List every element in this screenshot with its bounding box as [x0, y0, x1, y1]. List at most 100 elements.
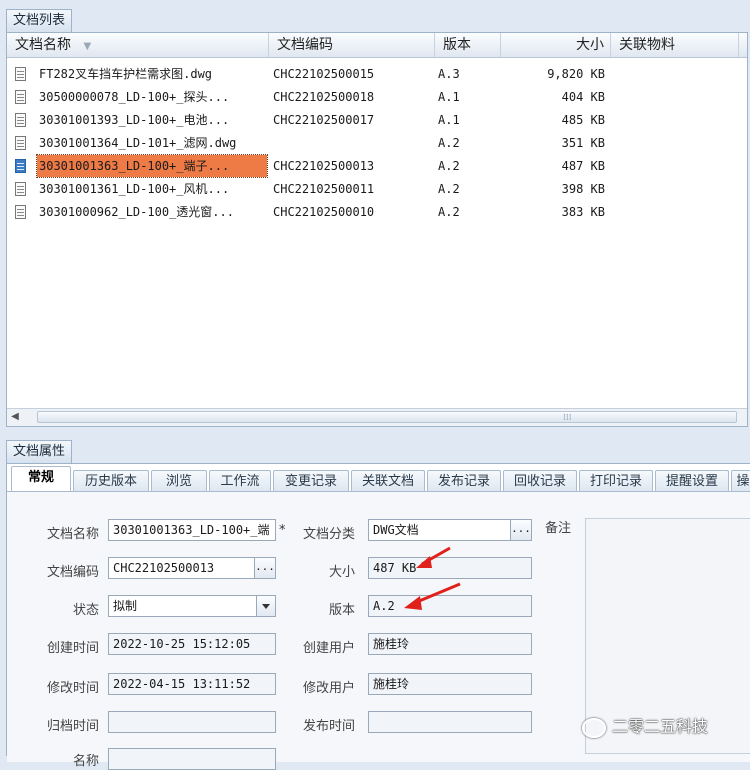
archive-time-label: 归档时间	[46, 719, 99, 734]
archive-time-field[interactable]	[108, 711, 276, 733]
doc-code-field[interactable]: CHC22102500013 ...	[108, 557, 276, 579]
size-cell: 404 KB	[561, 90, 605, 104]
extra-label: 名称	[72, 754, 99, 769]
dwg-file-icon	[15, 90, 26, 104]
status-select[interactable]: 拟制	[108, 595, 276, 617]
browse-code-button[interactable]: ...	[254, 558, 275, 578]
doc-name-field[interactable]: 30301001363_LD-100+_端	[108, 519, 276, 541]
created-user-value: 施桂玲	[373, 637, 410, 651]
publish-time-field[interactable]	[368, 711, 532, 733]
required-mark: *	[279, 523, 286, 538]
doc-name-cell: FT282叉车挡车护栏需求图.dwg	[39, 67, 213, 81]
sort-arrow-icon: ▼	[83, 41, 92, 52]
created-user-field[interactable]: 施桂玲	[368, 633, 532, 655]
grip-icon: ⁞⁞⁞	[563, 413, 572, 423]
doc-code-cell: CHC22102500013	[273, 159, 375, 173]
created-time-label: 创建时间	[46, 641, 99, 656]
size-cell: 398 KB	[561, 182, 605, 196]
property-tabs: 常规 历史版本 浏览 工作流 变更记录 关联文档 发布记录 回收记录 打印记录 …	[7, 466, 750, 493]
tab-related-docs[interactable]: 关联文档	[351, 470, 425, 492]
extra-field[interactable]	[108, 748, 276, 770]
doc-category-value: DWG文档	[373, 523, 419, 537]
tab-browse[interactable]: 浏览	[151, 470, 207, 492]
column-label: 文档编码	[277, 37, 333, 53]
table-row[interactable]: 30301001393_LD-100+_电池... CHC22102500017…	[7, 109, 747, 131]
doc-code-cell: CHC22102500010	[273, 205, 375, 219]
tab-publish-log[interactable]: 发布记录	[427, 470, 501, 492]
version-cell: A.2	[438, 136, 460, 150]
version-cell: A.2	[438, 159, 460, 173]
table-row[interactable]: 30500000078_LD-100+_探头... CHC22102500018…	[7, 86, 747, 108]
doc-name-label: 文档名称	[46, 527, 99, 542]
doc-name-cell: 30301001364_LD-101+_滤网.dwg	[39, 136, 237, 150]
doc-name-cell: 30301001363_LD-100+_端子...	[36, 154, 268, 178]
scroll-left-icon[interactable]: ◀	[9, 411, 21, 423]
notes-label: 备注	[545, 521, 572, 536]
annotation-arrow-version	[404, 582, 461, 610]
created-time-value: 2022-10-25 15:12:05	[113, 637, 251, 651]
doc-code-cell: CHC22102500018	[273, 90, 375, 104]
tab-document-properties[interactable]: 文档属性	[6, 440, 73, 463]
dwg-file-icon	[15, 136, 26, 150]
tab-document-list[interactable]: 文档列表	[6, 9, 73, 32]
column-label: 折	[747, 37, 748, 53]
tab-change-log[interactable]: 变更记录	[273, 470, 349, 492]
version-cell: A.1	[438, 113, 460, 127]
doc-name-cell: 30301000962_LD-100_透光窗...	[39, 205, 234, 219]
doc-code-label: 文档编码	[46, 565, 99, 580]
publish-time-label: 发布时间	[302, 719, 355, 734]
tab-general[interactable]: 常规	[11, 466, 71, 493]
dwg-file-icon	[15, 182, 26, 196]
modified-time-label: 修改时间	[46, 681, 99, 696]
doc-code-cell: CHC22102500011	[273, 182, 375, 196]
size-cell: 9,820 KB	[547, 67, 605, 81]
tab-reminder-settings[interactable]: 提醒设置	[655, 470, 729, 492]
column-doc-code[interactable]: 文档编码	[269, 33, 435, 57]
doc-code-value: CHC22102500013	[113, 561, 215, 575]
table-row[interactable]: 30301000962_LD-100_透光窗... CHC22102500010…	[7, 201, 747, 223]
watermark: 二零二五科技	[582, 712, 708, 742]
tab-workflow[interactable]: 工作流	[209, 470, 271, 492]
column-label: 版本	[443, 37, 471, 53]
tab-history-versions[interactable]: 历史版本	[73, 470, 149, 492]
table-row[interactable]: FT282叉车挡车护栏需求图.dwg CHC22102500015 A.3 9,…	[7, 63, 747, 85]
version-cell: A.3	[438, 67, 460, 81]
version-value: A.2	[373, 599, 395, 613]
horizontal-scrollbar[interactable]: ◀ ⁞⁞⁞	[7, 408, 747, 426]
status-label: 状态	[72, 603, 99, 618]
column-header: 文档名称 ▼ 文档编码 版本 大小 关联物料 折	[7, 33, 748, 58]
table-row[interactable]: 30301001361_LD-100+_风机... CHC22102500011…	[7, 178, 747, 200]
column-extra[interactable]: 折	[739, 33, 748, 57]
doc-code-cell: CHC22102500015	[273, 67, 375, 81]
dwg-file-icon	[15, 205, 26, 219]
doc-code-cell: CHC22102500017	[273, 113, 375, 127]
doc-name-cell: 30301001393_LD-100+_电池...	[39, 113, 230, 127]
tab-recycle-log[interactable]: 回收记录	[503, 470, 577, 492]
column-related-material[interactable]: 关联物料	[611, 33, 739, 57]
version-cell: A.2	[438, 205, 460, 219]
tab-more[interactable]: 操	[731, 470, 750, 492]
column-doc-name[interactable]: 文档名称 ▼	[7, 33, 269, 57]
column-label: 文档名称	[15, 37, 71, 53]
size-cell: 351 KB	[561, 136, 605, 150]
browse-category-button[interactable]: ...	[510, 520, 531, 540]
table-row-selected[interactable]: 30301001363_LD-100+_端子... CHC22102500013…	[7, 154, 747, 178]
tab-print-log[interactable]: 打印记录	[579, 470, 653, 492]
column-size[interactable]: 大小	[501, 33, 611, 57]
modified-time-field[interactable]: 2022-04-15 13:11:52	[108, 673, 276, 695]
created-time-field[interactable]: 2022-10-25 15:12:05	[108, 633, 276, 655]
scrollbar-thumb[interactable]: ⁞⁞⁞	[37, 411, 737, 423]
size-cell: 383 KB	[561, 205, 605, 219]
table-row[interactable]: 30301001364_LD-101+_滤网.dwg A.2 351 KB	[7, 132, 747, 154]
watermark-text: 二零二五科技	[612, 717, 709, 736]
modified-time-value: 2022-04-15 13:11:52	[113, 677, 251, 691]
version-cell: A.1	[438, 90, 460, 104]
size-cell: 485 KB	[561, 113, 605, 127]
wechat-logo-icon	[582, 717, 606, 738]
dwg-file-icon	[15, 67, 26, 81]
document-list: 文档名称 ▼ 文档编码 版本 大小 关联物料 折 FT282叉车挡车护栏需求图.…	[6, 32, 748, 427]
chevron-down-icon[interactable]	[256, 596, 275, 616]
column-version[interactable]: 版本	[435, 33, 501, 57]
modified-user-field[interactable]: 施桂玲	[368, 673, 532, 695]
doc-category-field[interactable]: DWG文档 ...	[368, 519, 532, 541]
